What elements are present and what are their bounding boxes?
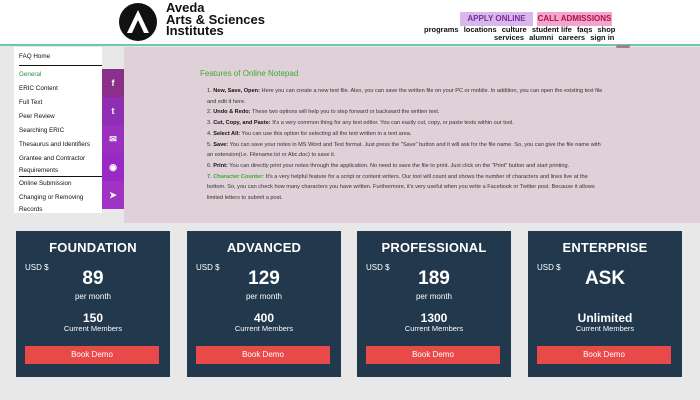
book-demo-button[interactable]: Book Demo xyxy=(196,346,330,364)
members-label: Current Members xyxy=(63,324,123,333)
features-title: Features of Online Notepad xyxy=(200,69,299,78)
book-demo-button[interactable]: Book Demo xyxy=(366,346,500,364)
members-count: Unlimited xyxy=(577,311,633,325)
plan-price: 89 xyxy=(82,268,104,289)
whatsapp-share-icon[interactable]: ◉ xyxy=(102,153,124,181)
feature-text: You can save your notes in MS Word and T… xyxy=(207,141,601,159)
feature-lead: Undo & Redo: xyxy=(213,109,251,116)
sidebar-item-grantee-line1[interactable]: Grantee and Contractor xyxy=(19,155,85,162)
aveda-logo-icon[interactable] xyxy=(119,3,157,41)
main-nav-row-2: services alumni careers sign in xyxy=(494,33,617,42)
plan-name: ADVANCED xyxy=(226,240,302,255)
sidebar-item-changing-line2[interactable]: Records xyxy=(19,206,42,213)
sidebar-item-peer-review[interactable]: Peer Review xyxy=(19,113,55,120)
sidebar-item-changing-line1[interactable]: Changing or Removing xyxy=(19,194,83,201)
feature-text: It's a very helpful feature for a script… xyxy=(207,173,595,202)
email-share-icon[interactable]: ✉ xyxy=(102,125,124,153)
sidebar-item-thesaurus[interactable]: Thesaurus and Identifiers xyxy=(19,141,90,148)
pricing-card-enterprise: ENTERPRISE USD $ ASK Unlimited Current M… xyxy=(528,231,682,377)
plan-name: PROFESSIONAL xyxy=(381,240,487,255)
telegram-share-icon[interactable]: ➤ xyxy=(102,181,124,209)
nav-sign-in[interactable]: sign in xyxy=(590,33,614,42)
feature-text: You can directly print your notes throug… xyxy=(227,162,570,169)
sidebar-item-eric-content[interactable]: ERIC Content xyxy=(19,85,58,92)
feature-lead: Print: xyxy=(213,162,228,169)
feature-item: 5. Save: You can save your notes in MS W… xyxy=(207,141,601,159)
feature-text: It's a very common thing for any text ed… xyxy=(270,120,514,127)
book-demo-button[interactable]: Book Demo xyxy=(25,346,159,364)
site-header: Aveda Arts & Sciences Institutes APPLY O… xyxy=(0,0,700,46)
price-period: per month xyxy=(245,292,283,301)
plan-name: ENTERPRISE xyxy=(562,240,648,255)
faq-sidebar: FAQ Home General ERIC Content Full Text … xyxy=(14,47,102,213)
feature-item: 2. Undo & Redo: These two options will h… xyxy=(207,109,440,116)
price-period: per month xyxy=(415,292,453,301)
plan-price: ASK xyxy=(584,268,626,289)
feature-item: 4. Select All: You can use this option f… xyxy=(207,130,412,137)
logo-wordmark[interactable]: Aveda Arts & Sciences Institutes xyxy=(166,1,265,38)
plan-price: 129 xyxy=(248,268,280,289)
sidebar-item-grantee-line2[interactable]: Requirements xyxy=(19,167,58,174)
feature-item: 1. New, Save, Open: Here you can create … xyxy=(207,88,603,105)
sidebar-item-faq-home[interactable]: FAQ Home xyxy=(19,53,50,60)
feature-lead: Select All: xyxy=(213,130,241,137)
features-list: 1. New, Save, Open: Here you can create … xyxy=(207,86,604,204)
feature-lead: Cut, Copy, and Paste: xyxy=(213,120,271,127)
pricing-card-professional: PROFESSIONAL USD $ 189 per month 1300 Cu… xyxy=(357,231,511,377)
sidebar-item-full-text[interactable]: Full Text xyxy=(19,99,42,106)
nav-careers[interactable]: careers xyxy=(558,33,585,42)
members-count: 150 xyxy=(82,311,104,325)
plan-price: 189 xyxy=(418,268,450,289)
members-label: Current Members xyxy=(575,324,635,333)
sidebar-item-searching-eric[interactable]: Searching ERIC xyxy=(19,127,64,134)
pricing-card-advanced: ADVANCED USD $ 129 per month 400 Current… xyxy=(187,231,341,377)
feature-text: You can use this option for selecting al… xyxy=(240,130,412,137)
feature-item: 6. Print: You can directly print your no… xyxy=(207,162,570,169)
feature-lead: New, Save, Open: xyxy=(213,88,260,94)
sidebar-divider xyxy=(19,65,102,66)
price-period: per month xyxy=(74,292,112,301)
book-demo-button[interactable]: Book Demo xyxy=(537,346,671,364)
members-label: Current Members xyxy=(234,324,294,333)
feature-lead: Character Counter: xyxy=(213,173,265,180)
feature-text: Here you can create a new text file. Als… xyxy=(207,88,603,105)
nav-services[interactable]: services xyxy=(494,33,524,42)
nav-locations[interactable]: locations xyxy=(464,25,497,34)
logo-line-3: Institutes xyxy=(166,23,224,38)
facebook-share-icon[interactable]: f xyxy=(102,69,124,97)
call-admissions-button[interactable]: CALL ADMISSIONS xyxy=(537,12,612,26)
feature-item: 3. Cut, Copy, and Paste: It's a very com… xyxy=(207,120,514,127)
nav-programs[interactable]: programs xyxy=(424,25,459,34)
sidebar-divider xyxy=(19,176,102,177)
sidebar-item-general[interactable]: General xyxy=(19,71,41,78)
members-count: 1300 xyxy=(420,311,448,325)
apply-online-button[interactable]: APPLY ONLINE xyxy=(460,12,533,26)
pricing-card-foundation: FOUNDATION USD $ 89 per month 150 Curren… xyxy=(16,231,170,377)
plan-name: FOUNDATION xyxy=(49,240,137,255)
feature-text: These two options will help you to step … xyxy=(250,109,440,116)
feature-lead: Save: xyxy=(213,141,229,148)
twitter-share-icon[interactable]: t xyxy=(102,97,124,125)
sidebar-item-online-submission[interactable]: Online Submission xyxy=(19,180,72,187)
members-count: 400 xyxy=(253,311,275,325)
scroll-indicator xyxy=(616,45,630,48)
notepad-features-panel: Features of Online Notepad 1. New, Save,… xyxy=(124,45,700,223)
feature-item: 7. Character Counter: It's a very helpfu… xyxy=(207,173,595,202)
nav-alumni[interactable]: alumni xyxy=(529,33,553,42)
members-label: Current Members xyxy=(404,324,464,333)
